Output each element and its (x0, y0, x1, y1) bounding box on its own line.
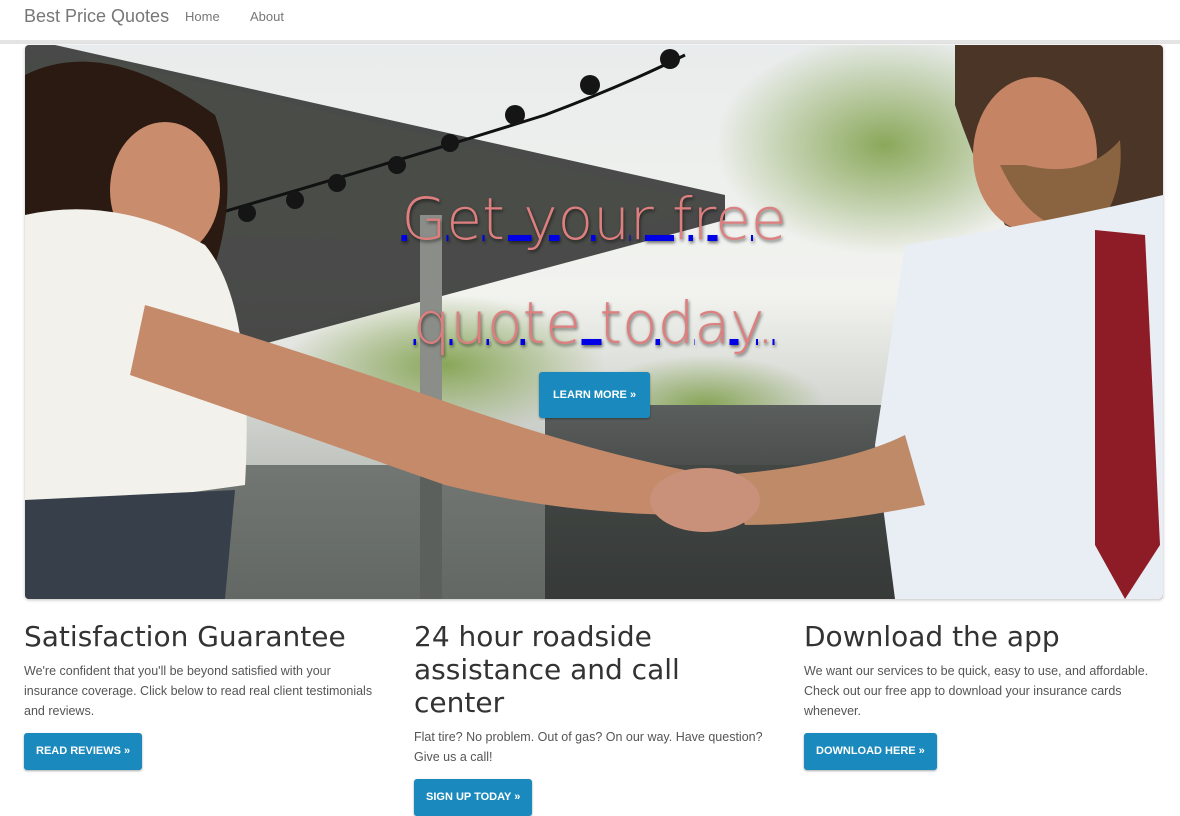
feature-body: We want our services to be quick, easy t… (804, 664, 1149, 718)
feature-body: Flat tire? No problem. Out of gas? On ou… (414, 730, 763, 764)
brand-link[interactable]: Best Price Quotes (24, 6, 169, 27)
nav-link-home[interactable]: Home (185, 9, 220, 24)
read-reviews-button[interactable]: READ REVIEWS » (24, 733, 143, 770)
sign-up-button[interactable]: SIGN UP TODAY » (414, 779, 533, 816)
hero-banner: Get your free quote today. LEARN MORE » (25, 45, 1163, 599)
hero-title: Get your free quote today. (25, 167, 1163, 375)
feature-heading: Satisfaction Guarantee (24, 620, 346, 653)
feature-roadside: 24 hour roadside assistance and call cen… (414, 620, 774, 816)
hero-title-link-line2[interactable]: quote today. (25, 271, 1163, 375)
feature-body: We're confident that you'll be beyond sa… (24, 664, 373, 718)
nav-link-about[interactable]: About (250, 9, 284, 24)
feature-satisfaction: Satisfaction Guarantee We're confident t… (24, 620, 384, 770)
navbar: Best Price Quotes Home About (0, 0, 1180, 44)
feature-heading: 24 hour roadside assistance and call cen… (414, 620, 680, 719)
learn-more-button[interactable]: LEARN MORE » (539, 372, 650, 418)
hero-title-link-line1[interactable]: Get your free (25, 167, 1163, 271)
download-button[interactable]: DOWNLOAD HERE » (804, 733, 937, 770)
feature-app: Download the app We want our services to… (804, 620, 1164, 770)
feature-heading: Download the app (804, 620, 1060, 653)
